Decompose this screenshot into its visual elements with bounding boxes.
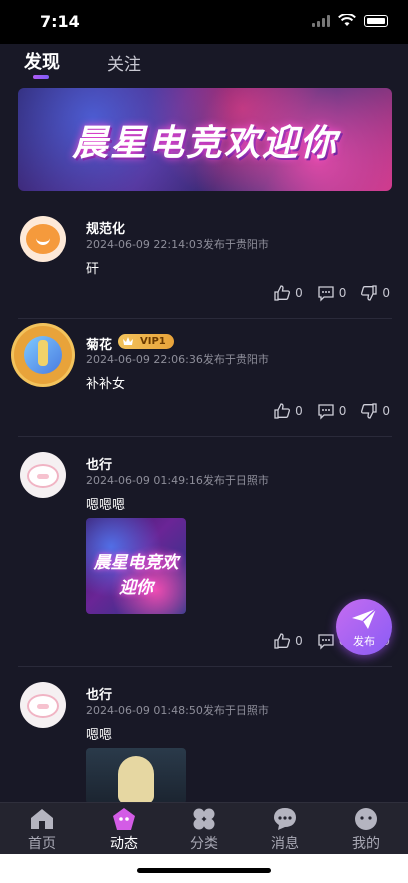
home-icon — [31, 809, 53, 829]
comment-button[interactable]: 0 — [317, 402, 347, 420]
like-count: 0 — [295, 286, 303, 300]
thumbs-down-icon — [361, 403, 378, 419]
post-image[interactable]: 晨星电竞欢迎你 — [86, 518, 186, 614]
comment-count: 0 — [338, 286, 347, 300]
promo-banner[interactable]: 晨星电竞欢迎你 — [18, 88, 392, 191]
category-icon — [193, 808, 215, 830]
wifi-icon — [338, 14, 356, 26]
post-meta: 2024-06-09 22:06:36发布于贵阳市 — [86, 353, 269, 366]
avatar[interactable] — [14, 326, 72, 384]
post-author[interactable]: 也行 — [86, 684, 112, 703]
post-actions: 0 0 0 — [273, 284, 390, 302]
nav-moments[interactable]: 动态 — [94, 805, 154, 853]
nav-messages[interactable]: 消息 — [255, 805, 315, 853]
tab-discover[interactable]: 发现 — [24, 48, 60, 74]
status-bar: 7:14 — [0, 0, 408, 44]
tab-following[interactable]: 关注 — [107, 50, 141, 75]
like-button[interactable]: 0 — [273, 284, 303, 302]
avatar[interactable] — [20, 216, 66, 262]
status-time: 7:14 — [40, 12, 80, 31]
paper-plane-icon — [352, 608, 377, 629]
thumbs-up-icon — [274, 285, 291, 301]
post-author[interactable]: 规范化 — [86, 218, 125, 237]
profile-icon — [355, 808, 377, 830]
thumbs-up-icon — [274, 633, 291, 649]
comment-icon — [318, 404, 334, 420]
rabbit-image — [118, 756, 154, 804]
post-content: 矸 — [86, 262, 100, 277]
comment-button[interactable]: 0 — [317, 284, 347, 302]
avatar[interactable] — [20, 682, 66, 728]
top-tabs: 发现 关注 — [0, 44, 408, 88]
moments-icon — [113, 808, 135, 830]
comment-icon — [318, 634, 334, 650]
vip-badge: VIP1 — [118, 334, 174, 349]
like-button[interactable]: 0 — [273, 632, 303, 650]
divider — [18, 666, 392, 667]
post-author[interactable]: 也行 — [86, 454, 112, 473]
post-content: 嗯嗯 — [86, 728, 113, 743]
dislike-count: 0 — [382, 286, 390, 300]
comment-icon — [318, 286, 334, 302]
post-meta: 2024-06-09 22:14:03发布于贵阳市 — [86, 238, 269, 251]
post-actions: 0 0 0 — [273, 402, 390, 420]
dislike-button[interactable]: 0 — [360, 284, 390, 302]
dislike-count: 0 — [382, 404, 390, 418]
like-button[interactable]: 0 — [273, 402, 303, 420]
post-meta: 2024-06-09 01:48:50发布于日照市 — [86, 704, 269, 717]
battery-icon — [364, 14, 388, 27]
message-icon — [274, 808, 296, 830]
dislike-button[interactable]: 0 — [360, 402, 390, 420]
bottom-nav: 首页 动态 分类 消息 我的 — [0, 802, 408, 855]
post-meta: 2024-06-09 01:49:16发布于日照市 — [86, 474, 269, 487]
nav-profile[interactable]: 我的 — [336, 805, 396, 853]
thumbs-down-icon — [361, 285, 378, 301]
nav-category[interactable]: 分类 — [174, 805, 234, 853]
publish-button[interactable]: 发布 — [336, 599, 392, 655]
divider — [18, 318, 392, 319]
like-count: 0 — [295, 634, 303, 648]
divider — [18, 436, 392, 437]
tab-indicator — [33, 75, 49, 79]
banner-title: 晨星电竞欢迎你 — [71, 123, 338, 164]
crown-icon — [123, 337, 133, 345]
publish-label: 发布 — [353, 635, 375, 648]
post-image-text: 晨星电竞欢迎你 — [93, 553, 179, 598]
post-content: 补补女 — [86, 377, 126, 392]
signal-icon — [312, 14, 330, 27]
avatar[interactable] — [20, 452, 66, 498]
post-image[interactable] — [86, 748, 186, 804]
home-indicator — [137, 868, 271, 873]
nav-home[interactable]: 首页 — [12, 805, 72, 853]
thumbs-up-icon — [274, 403, 291, 419]
post-content: 嗯嗯嗯 — [86, 498, 126, 513]
like-count: 0 — [295, 404, 303, 418]
comment-count: 0 — [338, 404, 347, 418]
